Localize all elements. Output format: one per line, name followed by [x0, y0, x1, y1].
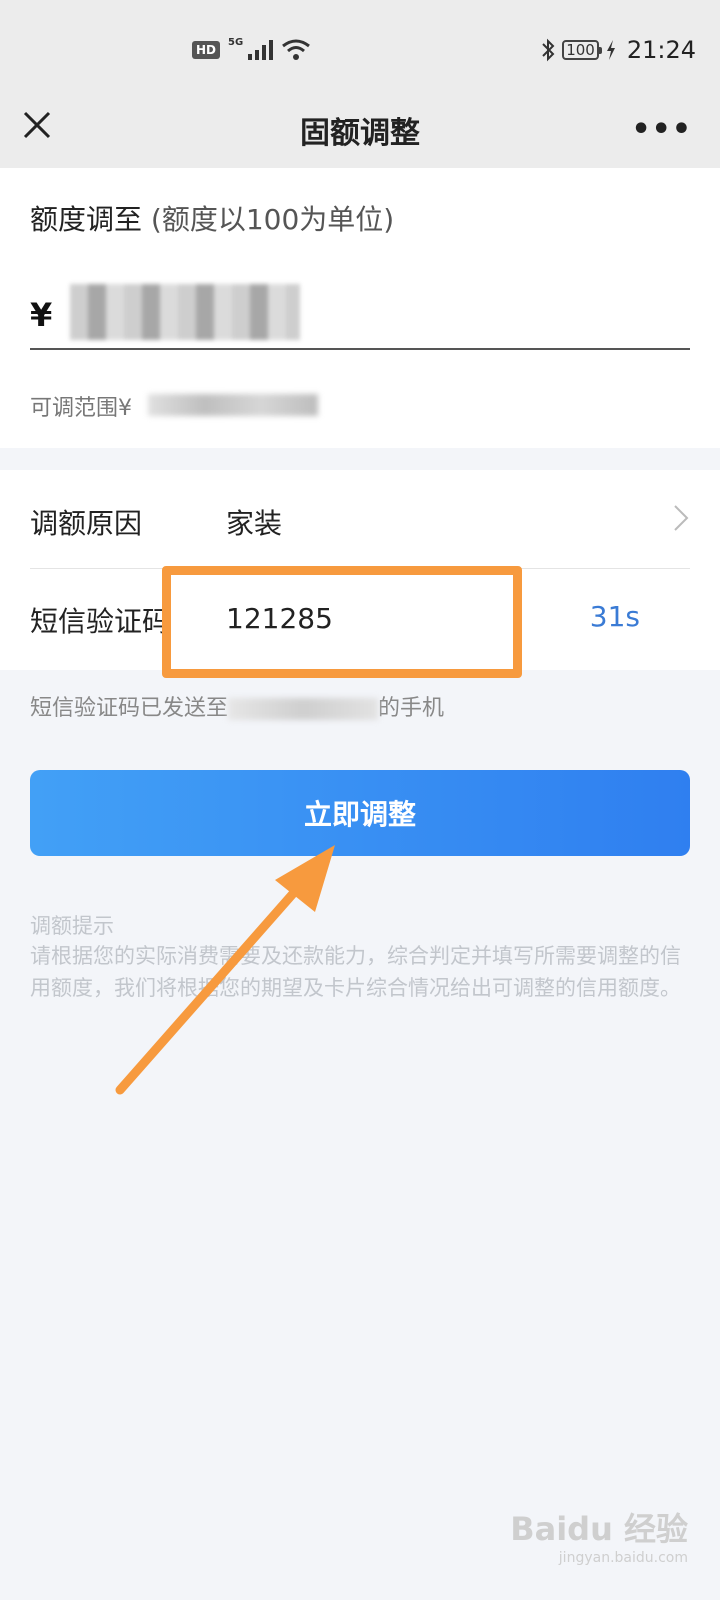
amount-input[interactable]: ¥ [30, 278, 690, 350]
more-icon[interactable]: ••• [631, 112, 692, 147]
nav-bar: 固额调整 ••• [0, 90, 720, 168]
watermark: Baidu 经验 jingyan.baidu.com [510, 1504, 688, 1566]
watermark-url: jingyan.baidu.com [558, 1550, 688, 1566]
sms-tip-prefix: 短信验证码已发送至 [30, 696, 229, 721]
sms-tip-suffix: 的手机 [378, 696, 445, 721]
reason-row[interactable]: 调额原因 家装 [30, 470, 690, 569]
wifi-icon [282, 39, 311, 60]
range-label: 可调范围¥ [30, 396, 132, 421]
resend-countdown[interactable]: 31s [590, 600, 640, 633]
amount-hint: (额度以100为单位) [150, 203, 395, 236]
charging-icon [606, 40, 615, 60]
sms-label: 短信验证码 [30, 605, 171, 638]
highlight-box [162, 566, 522, 678]
reason-value: 家装 [226, 507, 283, 540]
amount-card: 额度调至 (额度以100为单位) ¥ 可调范围¥ [0, 168, 720, 448]
currency-symbol: ¥ [30, 296, 53, 334]
amount-blurred-value [70, 284, 300, 340]
battery-icon: 100 [562, 40, 602, 60]
annotation-arrow-icon [115, 845, 335, 1095]
phone-blurred [228, 698, 379, 720]
hd-badge: HD [192, 41, 221, 59]
chevron-right-icon [674, 505, 689, 531]
page-title: 固额调整 [300, 116, 420, 151]
status-icons-center: HD 5G [192, 36, 311, 62]
signal-icon [248, 40, 274, 60]
sms-tip: 短信验证码已发送至 的手机 [30, 690, 444, 722]
amount-label: 额度调至 [30, 203, 143, 236]
status-icons-right: 100 21:24 [540, 36, 696, 64]
reason-label: 调额原因 [30, 507, 143, 540]
range-blurred-value [148, 394, 318, 416]
clock: 21:24 [626, 36, 696, 64]
amount-title: 额度调至 (额度以100为单位) [30, 198, 394, 238]
network-type: 5G [228, 36, 244, 48]
bluetooth-icon [542, 38, 555, 62]
watermark-brand: Baidu 经验 [510, 1510, 688, 1548]
